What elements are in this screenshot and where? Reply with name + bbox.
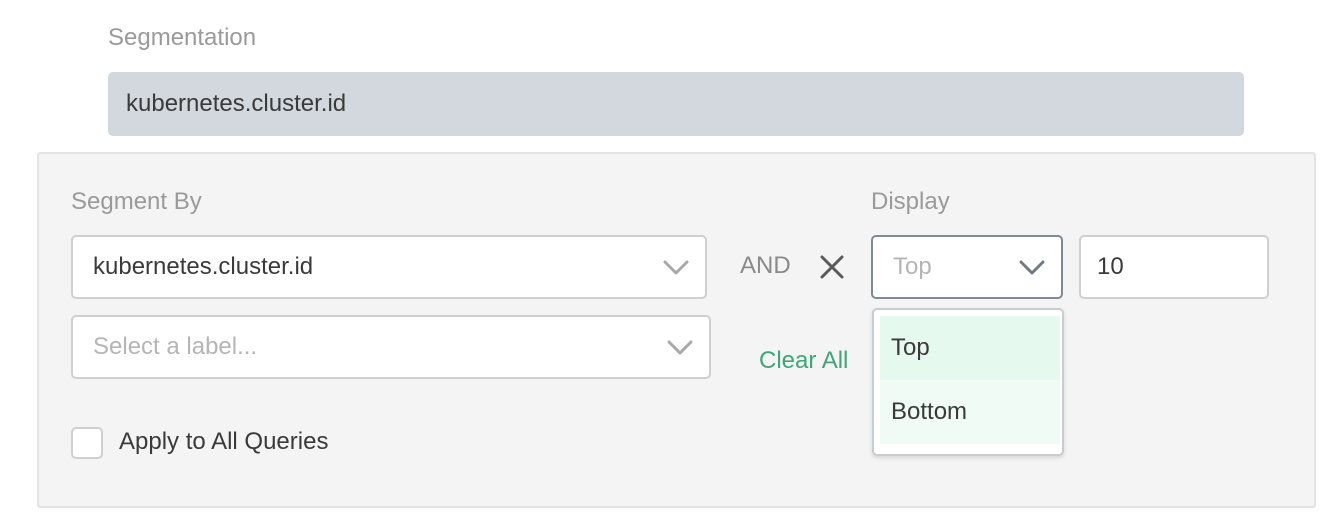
option-bottom[interactable]: Bottom bbox=[880, 380, 1060, 444]
segmentation-summary[interactable]: kubernetes.cluster.id bbox=[108, 72, 1244, 136]
chevron-down-icon bbox=[1019, 260, 1045, 275]
apply-all-checkbox[interactable] bbox=[71, 427, 103, 459]
clear-all-link[interactable]: Clear All bbox=[759, 347, 848, 375]
apply-all-label[interactable]: Apply to All Queries bbox=[119, 428, 328, 456]
display-select[interactable]: Top bbox=[871, 235, 1063, 299]
display-options-menu: Top Bottom bbox=[872, 308, 1064, 456]
segmentation-summary-text: kubernetes.cluster.id bbox=[126, 90, 347, 117]
option-top[interactable]: Top bbox=[880, 316, 1060, 380]
chevron-down-icon bbox=[663, 260, 689, 275]
segment-by-value: kubernetes.cluster.id bbox=[93, 253, 314, 280]
close-icon[interactable] bbox=[818, 253, 846, 281]
segmentation-panel: Segment By kubernetes.cluster.id Select … bbox=[37, 152, 1316, 508]
display-limit-input[interactable] bbox=[1079, 235, 1269, 299]
and-connector: AND bbox=[740, 252, 791, 279]
display-label: Display bbox=[871, 188, 950, 215]
segment-by-label: Segment By bbox=[71, 188, 202, 215]
segment-by-select[interactable]: kubernetes.cluster.id bbox=[71, 235, 707, 299]
segmentation-title: Segmentation bbox=[108, 24, 257, 51]
label-select-placeholder: Select a label... bbox=[93, 333, 258, 360]
label-select[interactable]: Select a label... bbox=[71, 315, 711, 379]
chevron-down-icon bbox=[667, 340, 693, 355]
display-select-value: Top bbox=[893, 253, 932, 280]
